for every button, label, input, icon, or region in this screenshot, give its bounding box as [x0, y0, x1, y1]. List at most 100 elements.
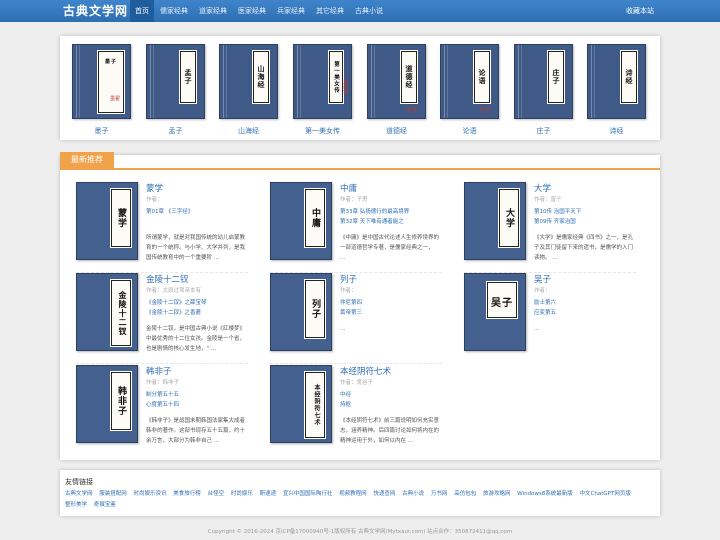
book-title-link[interactable]: 蒙学 [146, 182, 163, 194]
friend-link[interactable]: 中文ChatGPT网页版 [580, 489, 631, 500]
chapter-link[interactable]: 《金陵十二钗》之香菱 [146, 308, 201, 316]
book-cover[interactable]: 道德经 老子 [367, 44, 426, 119]
book-title-link[interactable]: 孟子 [144, 126, 207, 136]
book-cover[interactable]: 金陵十二钗 [76, 273, 138, 351]
book-cover[interactable]: 列子 [270, 273, 332, 351]
book-description: 《大学》是儒家经典《四书》之一，是孔子及其门徒留下来的遗书，是儒学的入门读物。 … [534, 235, 634, 261]
cover-label: 第一美女传 [328, 50, 344, 104]
cover-label: 诗经 [620, 50, 638, 104]
book-author: 作者： [146, 197, 163, 203]
friend-link[interactable]: 古典文学网 [65, 489, 93, 500]
featured-book[interactable]: 第一美女传 素政堂 第一美女传 [291, 44, 354, 136]
chapter-link[interactable]: 中经 [340, 390, 351, 398]
chapter-link[interactable]: 黄帝第三 [340, 308, 362, 316]
featured-book[interactable]: 庄子 庄子 [512, 44, 575, 136]
recommended-book: 本经阴符七术 本经阴符七术 作者：鬼谷子 中经 持枢 《本经阴符七术》前三篇说明… [270, 365, 448, 450]
book-cover[interactable]: 庄子 [514, 44, 573, 119]
book-description: 所谓蒙学，就是对我国传统的幼儿启蒙教育的一个统称。与小学、大学并列，是我国传统教… [146, 235, 246, 261]
friend-link[interactable]: Windows8系统最新版 [517, 489, 573, 500]
friend-link[interactable]: 台怪空 [208, 489, 225, 500]
friend-link[interactable]: 斯速递 [260, 489, 277, 500]
featured-book[interactable]: 孟子 孟子 [144, 44, 207, 136]
book-cover[interactable]: 诗经 [587, 44, 646, 119]
book-title-link[interactable]: 诗经 [585, 126, 648, 136]
nav-military[interactable]: 兵家经典 [272, 0, 310, 22]
book-description: 金陵十二钗，是中国古典小说《红楼梦》中最优秀的十二位女孩。金陵是一个省，也是剧情… [146, 326, 246, 352]
book-cover[interactable]: 第一美女传 素政堂 [293, 44, 352, 119]
book-title-link[interactable]: 第一美女传 [291, 126, 354, 136]
nav-taoist[interactable]: 道家经典 [194, 0, 232, 22]
chapter-link[interactable]: 仲尼第四 [340, 298, 362, 306]
friend-link[interactable]: 时尚娱乐资讯 [134, 489, 167, 500]
chapter-link[interactable]: 应变第五 [534, 308, 556, 316]
book-cover[interactable]: 墨子 墨翟 [72, 44, 131, 119]
chapter-link[interactable]: 持枢 [340, 400, 351, 408]
book-cover[interactable]: 大学 [464, 182, 526, 260]
friend-link[interactable]: 宣兴中国国际陶行社 [283, 489, 333, 500]
recommended-book: 大学 大学 作者：曾子 第10传 治国平天下 第09传 齐家治国 《大学》是儒家… [464, 182, 642, 273]
chapter-link[interactable]: 第09传 齐家治国 [534, 217, 576, 225]
featured-book[interactable]: 诗经 诗经 [585, 44, 648, 136]
friend-link[interactable]: 万书网 [431, 489, 448, 500]
book-cover[interactable]: 中庸 [270, 182, 332, 260]
book-cover[interactable]: 韩非子 [76, 365, 138, 443]
book-cover[interactable]: 山海经 [219, 44, 278, 119]
chapter-link[interactable]: 第10传 治国平天下 [534, 207, 581, 215]
bookmark-site-link[interactable]: 收藏本站 [626, 0, 654, 22]
cover-label: 金陵十二钗 [110, 279, 132, 347]
book-title-link[interactable]: 本经阴符七术 [340, 365, 391, 377]
nav-medical[interactable]: 医家经典 [233, 0, 271, 22]
book-author: 作者：子思 [340, 197, 368, 203]
friend-link[interactable]: 时尚娱乐 [231, 489, 253, 500]
site-logo[interactable]: 古典文学网 [63, 2, 128, 20]
recommended-book: 列子 列子 作者： 仲尼第四 黄帝第三 ... [270, 273, 448, 364]
book-title-link[interactable]: 庄子 [512, 126, 575, 136]
nav-novels[interactable]: 古典小说 [350, 0, 388, 22]
chapter-link[interactable]: 第32章 天下唯有通者能之 [340, 217, 404, 225]
friend-link[interactable]: 服装搭配网 [99, 489, 127, 500]
book-title-link[interactable]: 墨子 [70, 126, 133, 136]
book-title-link[interactable]: 论语 [438, 126, 501, 136]
featured-book[interactable]: 论语 孔子 论语 [438, 44, 501, 136]
book-title-link[interactable]: 吴子 [534, 273, 551, 285]
friend-link[interactable]: 视频教程网 [339, 489, 367, 500]
chapter-link[interactable]: 制分第五十五 [146, 390, 179, 398]
book-cover[interactable]: 蒙学 [76, 182, 138, 260]
friend-link[interactable]: 奇撰宝鉴 [94, 500, 116, 511]
featured-book[interactable]: 道德经 老子 道德经 [365, 44, 428, 136]
chapter-link[interactable]: 《金陵十二钗》之薛宝琴 [146, 298, 207, 306]
chapter-link[interactable]: 第01章 《三字经》 [146, 207, 193, 215]
book-title-link[interactable]: 列子 [340, 273, 357, 285]
chapter-link[interactable]: 第33章 弘扬德行的最高境界 [340, 207, 409, 215]
book-cover[interactable]: 吴子 [464, 273, 526, 351]
book-title-link[interactable]: 韩非子 [146, 365, 172, 377]
item-divider [270, 363, 442, 364]
chapter-link[interactable]: 励士第六 [534, 298, 556, 306]
nav-confucian[interactable]: 儒家经典 [155, 0, 193, 22]
book-title-link[interactable]: 山海经 [217, 126, 280, 136]
cover-label: 庄子 [547, 50, 565, 104]
latest-recommendations-panel: 最新推荐 蒙学 蒙学 作者： 第01章 《三字经》 所谓蒙学，就是对我国传统的幼… [60, 152, 660, 460]
book-title-link[interactable]: 中庸 [340, 182, 357, 194]
book-cover[interactable]: 论语 孔子 [440, 44, 499, 119]
friend-link[interactable]: 整形美学 [65, 500, 87, 511]
book-cover[interactable]: 孟子 [146, 44, 205, 119]
friend-link[interactable]: 美食旅行榜 [173, 489, 201, 500]
friend-link[interactable]: 古典小说 [402, 489, 424, 500]
chapter-link[interactable]: 心度第五十四 [146, 400, 179, 408]
friend-links-title: 友情链接 [65, 478, 93, 486]
book-title-link[interactable]: 大学 [534, 182, 551, 194]
nav-other[interactable]: 其它经典 [311, 0, 349, 22]
book-title-link[interactable]: 金陵十二钗 [146, 273, 189, 285]
friend-link[interactable]: 快递查网 [373, 489, 395, 500]
nav-home[interactable]: 首页 [130, 0, 154, 22]
featured-book[interactable]: 墨子 墨翟 墨子 [70, 44, 133, 136]
featured-book[interactable]: 山海经 山海经 [217, 44, 280, 136]
friend-link[interactable]: 旅游攻略网 [483, 489, 511, 500]
cover-seal: 孔子 [478, 107, 491, 114]
book-title-link[interactable]: 道德经 [365, 126, 428, 136]
book-cover[interactable]: 本经阴符七术 [270, 365, 332, 443]
footer-copyright: Copyright © 2016-2024 京ICP备17000940号-1版权… [207, 529, 513, 535]
recommended-book: 韩非子 韩非子 作者：韩非子 制分第五十五 心度第五十四 《韩非子》是战国末期韩… [76, 365, 254, 450]
friend-link[interactable]: 高仿包包 [454, 489, 476, 500]
